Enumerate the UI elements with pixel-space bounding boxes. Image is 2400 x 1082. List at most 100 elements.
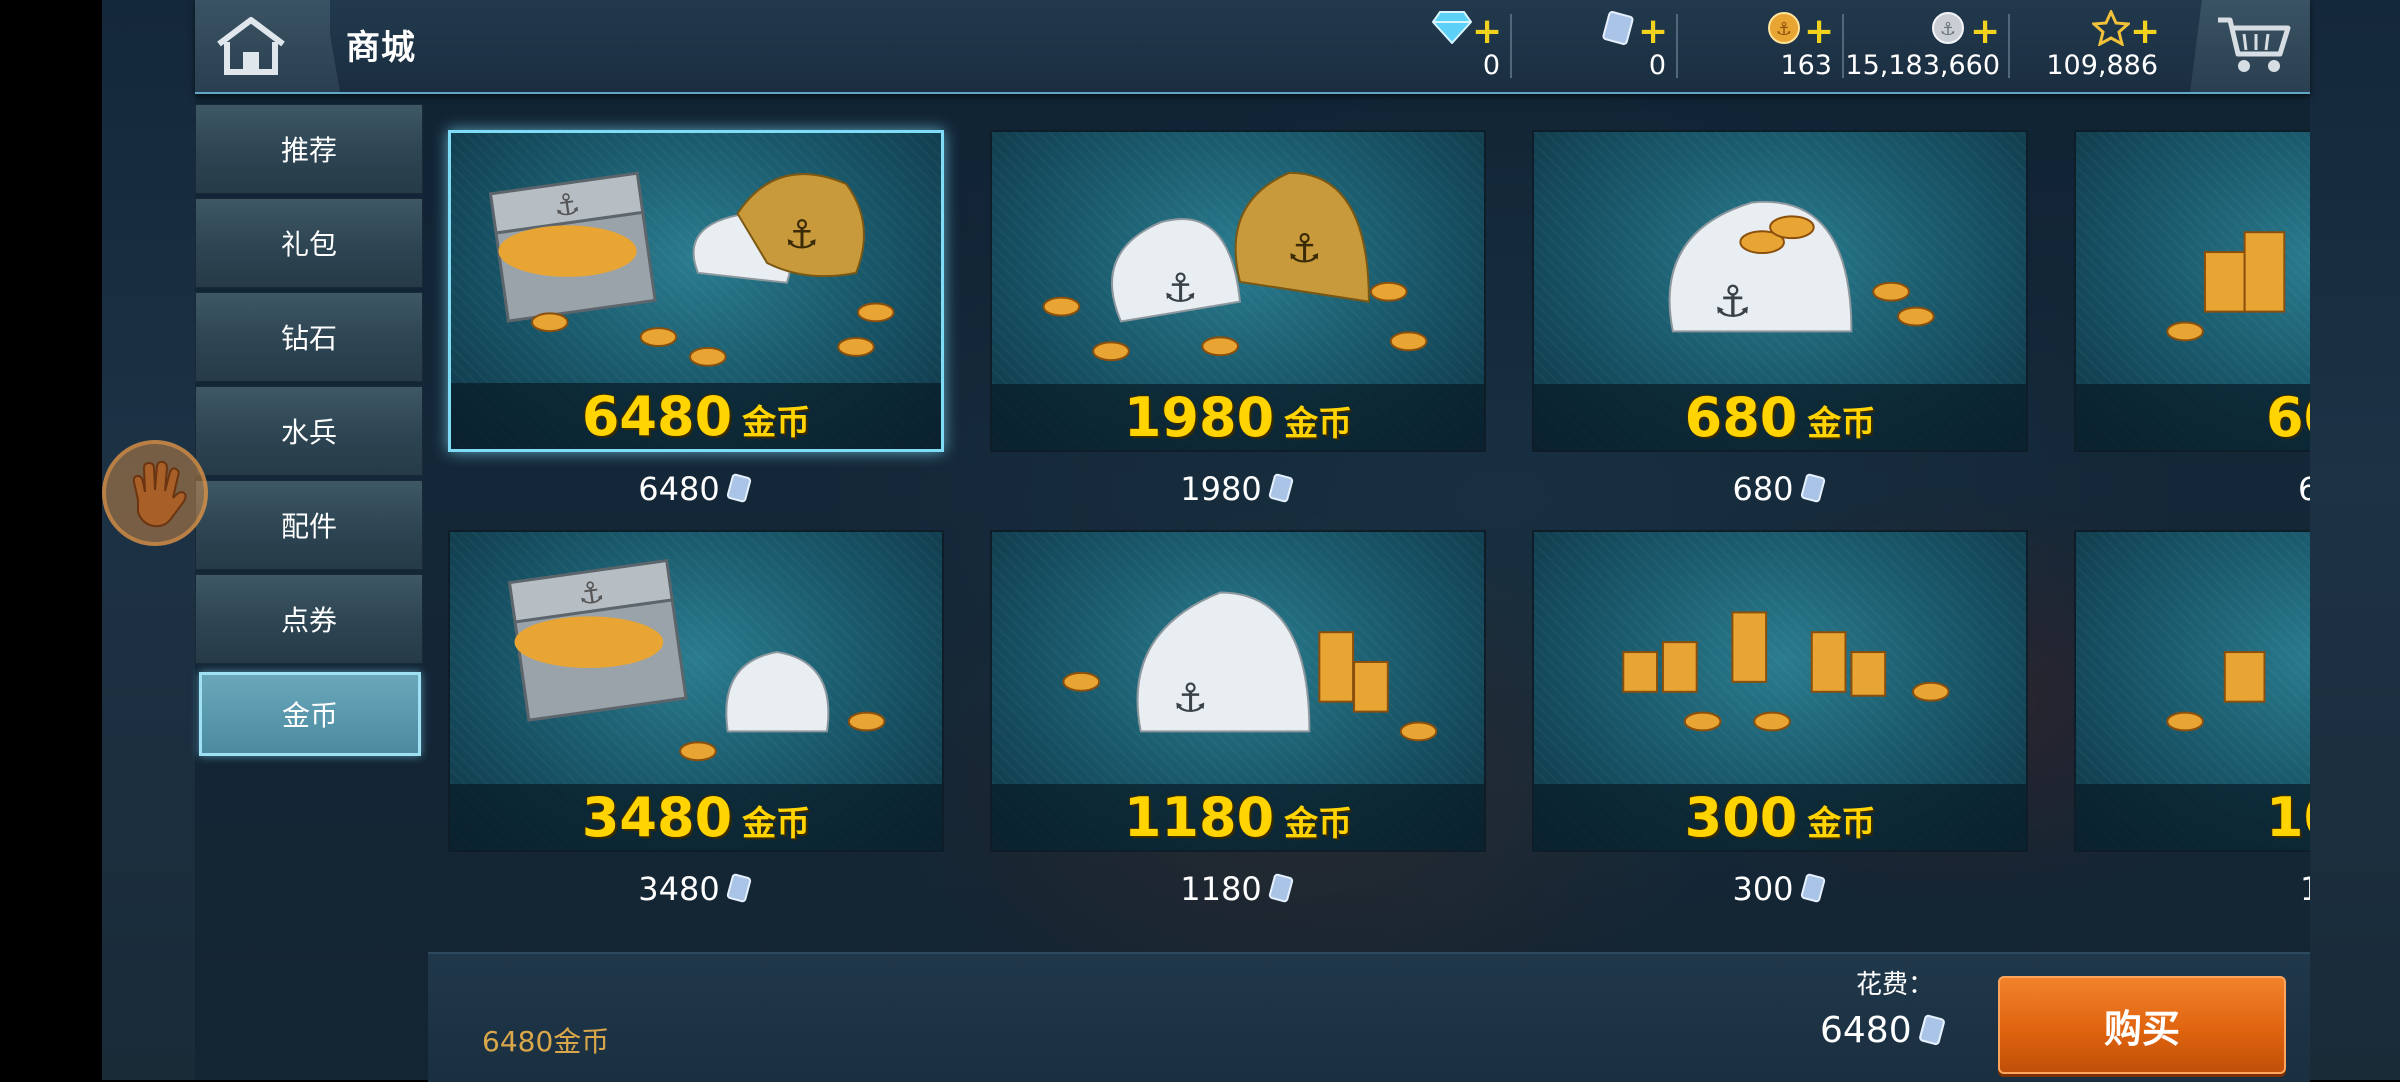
product-unit: 金币: [742, 803, 811, 844]
price-value: 1980: [1180, 470, 1262, 508]
currency-star[interactable]: + 109,886: [2012, 6, 2166, 86]
product-card[interactable]: ⚓ ⚓ 6480 金币: [448, 130, 944, 452]
product-unit: 金币: [1807, 803, 1876, 844]
coin-chest-image: ⚓: [507, 558, 886, 762]
product-label: 1980 金币: [992, 384, 1484, 450]
product-label: 10: [2076, 784, 2310, 850]
selected-item-name: 6480金币: [482, 1025, 610, 1058]
product-amount: 680: [1684, 385, 1798, 449]
product-price: 6480: [448, 470, 944, 508]
coin-bag-image: ⚓: [1668, 200, 1935, 333]
product-price: 3480: [448, 870, 944, 908]
divider: [1510, 14, 1512, 78]
coin-stacks-image: [1622, 611, 1950, 732]
product-card[interactable]: 10: [2074, 530, 2310, 852]
svg-text:⚓: ⚓: [1776, 19, 1792, 40]
product-label: 60: [2076, 384, 2310, 450]
hand-icon: [132, 460, 187, 528]
sidebar-item-vouchers[interactable]: 点券: [195, 574, 423, 664]
sidebar-item-gold-coins[interactable]: 金币: [199, 672, 421, 756]
price-value: 300: [1732, 870, 1794, 908]
product-card[interactable]: 60: [2074, 130, 2310, 452]
voucher-value: 0: [1648, 50, 1666, 81]
product-unit: 金币: [1284, 803, 1353, 844]
voucher-icon: [1602, 11, 1634, 45]
product-card[interactable]: 300 金币: [1532, 530, 2028, 852]
diamond-icon: [1432, 11, 1472, 44]
product-unit: 金币: [1807, 403, 1876, 444]
product-amount: 1980: [1123, 385, 1275, 449]
currency-diamond[interactable]: + 0: [1428, 6, 1508, 86]
product-amount: 1180: [1123, 785, 1275, 849]
coin-bag-image: ⚓: [1062, 591, 1438, 742]
product-label: 680 金币: [1534, 384, 2026, 450]
currency-silver[interactable]: ⚓ + 15,183,660: [1845, 6, 2008, 86]
product-unit: 金币: [742, 402, 811, 443]
product-amount: 300: [1684, 785, 1798, 849]
voucher-icon: [726, 473, 751, 503]
product-label: 6480 金币: [451, 383, 941, 449]
price-value: 6: [2298, 470, 2310, 508]
voucher-icon: [1918, 1014, 1945, 1045]
sidebar-item-sailors[interactable]: 水兵: [195, 386, 423, 476]
product-card[interactable]: ⚓ 680 金币: [1532, 130, 2028, 452]
voucher-icon: [1268, 473, 1293, 503]
svg-text:⚓: ⚓: [784, 212, 819, 258]
add-diamond-icon[interactable]: +: [1472, 14, 1502, 50]
product-card[interactable]: ⚓ 1180 金币: [990, 530, 1486, 852]
star-icon: [2092, 10, 2130, 46]
product-label: 300 金币: [1534, 784, 2026, 850]
sidebar-item-parts[interactable]: 配件: [195, 480, 423, 570]
product-grid: ⚓ ⚓ 6480 金币 6480 ⚓ ⚓ 1980 金币 1980 ⚓ 680 …: [428, 92, 2310, 952]
product-label: 3480 金币: [450, 784, 942, 850]
svg-text:⚓: ⚓: [551, 185, 582, 223]
cost-label: 花费：: [1856, 970, 1935, 1000]
add-voucher-icon[interactable]: +: [1638, 14, 1668, 50]
product-price: 1980: [990, 470, 1486, 508]
product-unit: 金币: [1284, 403, 1353, 444]
product-price: 1: [2074, 870, 2310, 908]
coin-bags-image: ⚓ ⚓: [1042, 171, 1428, 362]
coin-stacks-image: [2166, 651, 2266, 732]
product-card[interactable]: ⚓ ⚓ 1980 金币: [990, 130, 1486, 452]
cart-icon: [2218, 17, 2291, 72]
product-card[interactable]: ⚓ 3480 金币: [448, 530, 944, 852]
svg-text:⚓: ⚓: [1940, 19, 1956, 40]
diamond-value: 0: [1482, 50, 1500, 81]
add-gold-icon[interactable]: +: [1804, 14, 1834, 50]
gold-value: 163: [1780, 50, 1832, 81]
sidebar-item-recommended[interactable]: 推荐: [195, 104, 423, 194]
cart-button[interactable]: [2190, 0, 2310, 92]
product-label: 1180 金币: [992, 784, 1484, 850]
product-amount: 10: [2266, 785, 2310, 849]
product-price: 1180: [990, 870, 1486, 908]
product-price: 680: [1532, 470, 2028, 508]
currency-voucher[interactable]: + 0: [1514, 6, 1674, 86]
divider: [2008, 14, 2010, 78]
purchase-bar: 6480金币 花费： 6480 购买: [428, 952, 2310, 1082]
coin-chest-image: ⚓ ⚓: [488, 171, 895, 367]
cost-value: 6480: [1820, 1010, 1948, 1051]
currency-gold[interactable]: ⚓ + 163: [1680, 6, 1840, 86]
product-amount: 6480: [581, 384, 733, 448]
add-silver-icon[interactable]: +: [1970, 14, 2000, 50]
voucher-icon: [1268, 873, 1293, 903]
home-icon: [217, 17, 285, 75]
divider: [1676, 14, 1678, 78]
category-sidebar: 推荐 礼包 钻石 水兵 配件 点券 金币: [195, 104, 425, 1080]
floating-assist-button[interactable]: [102, 440, 208, 546]
sidebar-item-diamonds[interactable]: 钻石: [195, 292, 423, 382]
price-value: 1180: [1180, 870, 1262, 908]
divider: [1842, 14, 1844, 78]
sidebar-item-packs[interactable]: 礼包: [195, 198, 423, 288]
add-star-icon[interactable]: +: [2130, 14, 2160, 50]
buy-button[interactable]: 购买: [1998, 976, 2286, 1074]
star-value: 109,886: [2046, 50, 2158, 81]
price-value: 3480: [638, 870, 720, 908]
product-price: 300: [1532, 870, 2028, 908]
silver-coin-icon: ⚓: [1932, 12, 1964, 44]
cost-amount: 6480: [1820, 1010, 1912, 1051]
price-value: 1: [2300, 870, 2310, 908]
voucher-icon: [726, 873, 751, 903]
product-amount: 60: [2266, 385, 2310, 449]
